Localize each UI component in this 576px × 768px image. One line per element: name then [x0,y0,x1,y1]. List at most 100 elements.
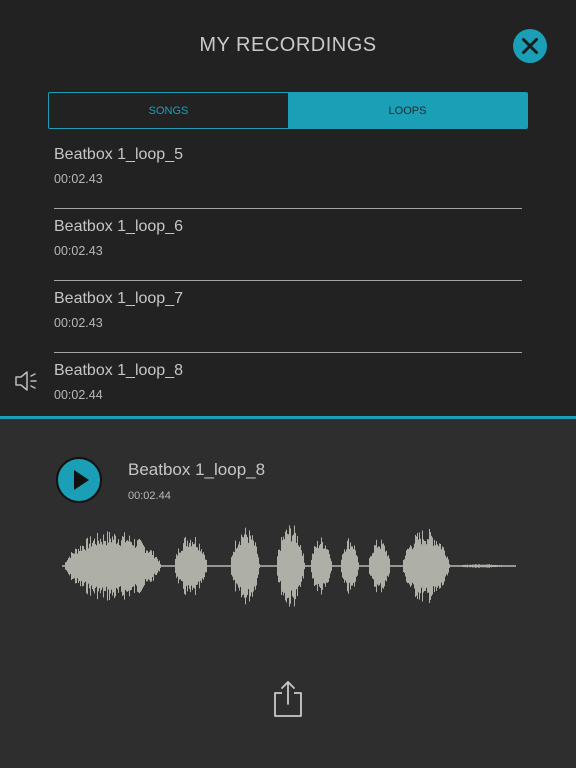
waveform-bar [410,545,411,587]
close-button[interactable] [513,29,547,63]
waveform-bar [198,550,199,582]
play-button[interactable] [56,457,102,503]
waveform-bar [242,536,243,596]
waveform-bar [476,564,477,568]
waveform-bar [113,539,114,593]
waveform-bar [437,544,438,588]
list-item[interactable]: Beatbox 1_loop_8 00:02.44 [54,353,522,425]
waveform-bar [352,546,353,586]
waveform-bar [428,539,429,593]
waveform-bar [386,550,387,582]
waveform-bar [361,565,362,567]
waveform-bar [510,565,511,567]
waveform-bar [167,565,168,567]
waveform-bar [82,545,83,587]
waveform-bar [302,555,303,577]
waveform-bar [146,550,147,582]
waveform-bar [445,555,446,577]
tab-loops[interactable]: LOOPS [288,93,527,128]
waveform-bar [257,553,258,579]
waveform-bar [101,541,102,591]
waveform-bar [91,546,92,586]
waveform-bar [406,550,407,582]
waveform-bar [210,565,211,567]
waveform-bar [292,535,293,597]
waveform-bar [342,554,343,578]
waveform-bar [506,565,507,567]
waveform-bar [225,565,226,567]
share-button[interactable] [271,679,305,719]
waveform-bar [391,565,392,567]
waveform-bar [495,564,496,568]
waveform-bar [468,565,469,567]
waveform-bar [393,565,394,567]
waveform-bar [344,549,345,583]
waveform-bar [323,548,324,584]
waveform-bar [317,540,318,592]
waveform-bar [314,546,315,586]
waveform-bar [231,557,232,575]
waveform-bar [329,553,330,579]
waveform-bar [365,565,366,567]
waveform-bar [458,565,459,567]
waveform-bar [409,547,410,585]
waveform-bar [364,565,365,567]
waveform-bar [325,545,326,587]
waveform-bar [461,565,462,567]
recording-name: Beatbox 1_loop_7 [54,290,183,307]
speaker-button[interactable] [14,369,42,393]
waveform-bar [156,556,157,576]
waveform-bar [170,565,171,567]
waveform-bar [288,534,289,598]
waveform-bar [402,565,403,567]
waveform-bar [206,559,207,573]
waveform-bar [187,540,188,592]
waveform-bar [371,556,372,576]
waveform-bar [139,538,140,594]
waveform-bar [499,565,500,567]
waveform[interactable] [62,519,516,613]
waveform-bar [414,543,415,589]
waveform-bar [380,548,381,584]
list-item[interactable]: Beatbox 1_loop_6 00:02.43 [54,209,522,281]
waveform-bar [308,565,309,567]
waveform-bar [117,542,118,590]
waveform-bar [223,565,224,567]
recording-duration: 00:02.44 [54,388,103,402]
waveform-bar [124,532,125,600]
waveform-bar [294,525,295,607]
waveform-bar [73,553,74,579]
waveform-bar [161,565,162,567]
waveform-bar [278,549,279,583]
waveform-bar [293,534,294,598]
waveform-bar [359,565,360,567]
list-item[interactable]: Beatbox 1_loop_5 00:02.43 [54,137,522,209]
list-item[interactable]: Beatbox 1_loop_7 00:02.43 [54,281,522,353]
waveform-bar [69,556,70,576]
waveform-bar [512,565,513,567]
waveform-bar [247,537,248,595]
waveform-bar [240,545,241,587]
waveform-bar [163,565,164,567]
tab-songs[interactable]: SONGS [49,93,288,128]
waveform-bar [222,565,223,567]
waveform-bar [68,558,69,574]
waveform-bar [341,559,342,573]
waveform-bar [155,557,156,575]
waveform-bar [508,565,509,567]
waveform-bar [265,565,266,567]
waveform-bar [141,541,142,591]
waveform-bar [443,547,444,585]
waveform-bar [90,536,91,596]
waveform-bar [400,565,401,567]
waveform-bar [515,565,516,567]
waveform-bar [418,539,419,593]
waveform-bar [286,529,287,603]
waveform-bar [496,565,497,567]
waveform-bar [351,546,352,586]
waveform-bar [138,539,139,593]
waveform-bar [362,565,363,567]
waveform-bar [214,565,215,567]
waveform-bar [511,565,512,567]
waveform-bar [272,565,273,567]
